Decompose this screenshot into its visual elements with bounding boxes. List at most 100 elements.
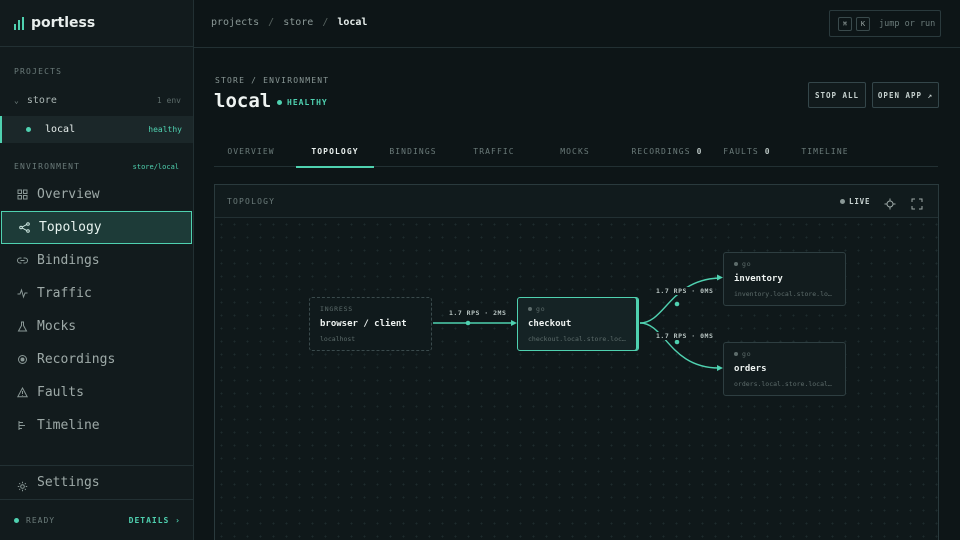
tab-overview[interactable]: OVERVIEW <box>214 136 288 167</box>
tab-bindings[interactable]: BINDINGS <box>376 136 450 167</box>
tab-faults[interactable]: FAULTS 0 <box>714 136 780 167</box>
node-title: orders <box>734 364 767 374</box>
node-title: browser / client <box>320 319 407 329</box>
live-indicator[interactable]: LIVE <box>840 197 870 206</box>
tab-recordings[interactable]: RECORDINGS 0 <box>624 136 710 167</box>
sidebar-item-label: Overview <box>37 187 100 202</box>
breadcrumb-projects[interactable]: projects <box>211 17 259 28</box>
breadcrumb-current: local <box>337 17 368 28</box>
node-host: inventory.local.store.local… <box>734 290 835 298</box>
stop-all-button[interactable]: STOP ALL <box>808 82 866 108</box>
sidebar-item-timeline[interactable]: Timeline <box>0 409 193 442</box>
grid-icon <box>17 189 28 200</box>
node-title: checkout <box>528 319 572 329</box>
expand-icon[interactable] <box>911 195 923 210</box>
node-inventory[interactable]: go inventory inventory.local.store.local… <box>723 252 846 306</box>
node-kind: go <box>742 260 752 268</box>
traffic-particle <box>465 320 471 326</box>
tab-count: 0 <box>696 147 703 156</box>
command-palette-button[interactable]: ⌘ K jump or run <box>829 10 941 37</box>
sidebar-item-traffic[interactable]: Traffic <box>0 277 193 310</box>
tab-label: RECORDINGS <box>631 147 691 156</box>
sidebar-item-label: Timeline <box>37 418 100 433</box>
environment-crumb: STORE / ENVIRONMENT <box>215 76 330 85</box>
env-status: healthy <box>148 125 182 134</box>
status-text: READY <box>26 515 56 525</box>
breadcrumb-separator: / <box>322 17 329 28</box>
sidebar-item-label: Recordings <box>37 352 116 367</box>
node-title: inventory <box>734 274 783 284</box>
tab-mocks[interactable]: MOCKS <box>538 136 612 167</box>
tab-bar: OVERVIEW TOPOLOGY BINDINGS TRAFFIC MOCKS… <box>214 136 938 168</box>
k-key: K <box>856 16 870 31</box>
tab-topology[interactable]: TOPOLOGY <box>296 136 374 168</box>
sidebar-item-mocks[interactable]: Mocks <box>0 310 193 343</box>
edge-label-checkout-orders: 1.7 RPS · 0MS <box>654 332 716 340</box>
live-text: LIVE <box>849 197 871 206</box>
tab-label: BINDINGS <box>389 147 437 156</box>
status-bar: READY DETAILS › <box>0 499 193 540</box>
sidebar: portless PROJECTS ⌄ store 1 env local he… <box>0 0 194 540</box>
node-checkout[interactable]: go checkout checkout.local.store.localh… <box>517 297 639 351</box>
sidebar-item-topology[interactable]: Topology <box>1 211 192 244</box>
panel-header: TOPOLOGY LIVE <box>215 185 938 218</box>
settings-label: Settings <box>37 475 100 490</box>
env-item-local[interactable]: local healthy <box>0 116 193 143</box>
tab-label: TIMELINE <box>801 147 849 156</box>
tab-label: TOPOLOGY <box>311 147 359 156</box>
tab-label: MOCKS <box>560 147 590 156</box>
sidebar-item-settings[interactable]: Settings <box>0 466 193 499</box>
live-dot-icon <box>840 199 845 204</box>
tab-label: TRAFFIC <box>473 147 515 156</box>
traffic-particle <box>674 339 680 345</box>
sidebar-item-faults[interactable]: Faults <box>0 376 193 409</box>
command-hint: jump or run <box>879 18 936 29</box>
runtime-dot-icon <box>734 352 738 356</box>
cmd-key: ⌘ <box>838 16 852 31</box>
chevron-down-icon: ⌄ <box>14 95 19 105</box>
warning-icon <box>17 387 28 398</box>
breadcrumb-separator: / <box>268 17 275 28</box>
node-host: localhost <box>320 335 356 343</box>
node-kind: go <box>536 305 546 313</box>
environment-section-label: ENVIRONMENT store/local <box>14 162 179 171</box>
node-ingress[interactable]: INGRESS browser / client localhost <box>309 297 432 351</box>
topology-canvas[interactable]: 1.7 RPS · 2MS 1.7 RPS · 0MS 1.7 RPS · 0M… <box>215 218 938 540</box>
health-text: HEALTHY <box>287 98 328 107</box>
traffic-particle <box>674 301 680 307</box>
breadcrumb-store[interactable]: store <box>283 17 313 28</box>
project-name: store <box>26 94 57 106</box>
node-host: checkout.local.store.localh… <box>528 335 628 343</box>
health-dot-icon <box>277 100 282 105</box>
brand[interactable]: portless <box>0 0 193 47</box>
node-kind-row: go <box>734 260 835 268</box>
health-badge: HEALTHY <box>277 98 328 107</box>
sidebar-item-overview[interactable]: Overview <box>0 178 193 211</box>
sidebar-item-bindings[interactable]: Bindings <box>0 244 193 277</box>
topbar: projects / store / local ⌘ K jump or run <box>194 0 960 48</box>
environment-label-text: ENVIRONMENT <box>14 162 81 171</box>
sidebar-item-recordings[interactable]: Recordings <box>0 343 193 376</box>
record-icon <box>17 354 28 365</box>
topology-icon <box>19 222 30 233</box>
env-name: local <box>45 124 76 135</box>
project-env-count: 1 env <box>156 95 181 105</box>
node-orders[interactable]: go orders orders.local.store.localhost <box>723 342 846 396</box>
recenter-icon[interactable] <box>884 195 896 210</box>
open-app-button[interactable]: OPEN APP ↗ <box>872 82 939 108</box>
project-item-store[interactable]: ⌄ store 1 env <box>0 91 193 109</box>
gear-icon <box>17 477 28 492</box>
timeline-icon <box>17 420 28 431</box>
tab-timeline[interactable]: TIMELINE <box>788 136 862 167</box>
sidebar-item-label: Faults <box>37 385 84 400</box>
pulse-icon <box>17 288 28 299</box>
tab-traffic[interactable]: TRAFFIC <box>457 136 531 167</box>
sidebar-item-label: Traffic <box>37 286 92 301</box>
flask-icon <box>17 321 28 332</box>
node-kind-row: go <box>734 350 835 358</box>
details-link[interactable]: DETAILS › <box>129 516 181 525</box>
panel-title: TOPOLOGY <box>227 197 276 206</box>
projects-section-label: PROJECTS <box>14 67 63 76</box>
node-kind: go <box>742 350 752 358</box>
edge-checkout-inventory <box>639 277 720 324</box>
